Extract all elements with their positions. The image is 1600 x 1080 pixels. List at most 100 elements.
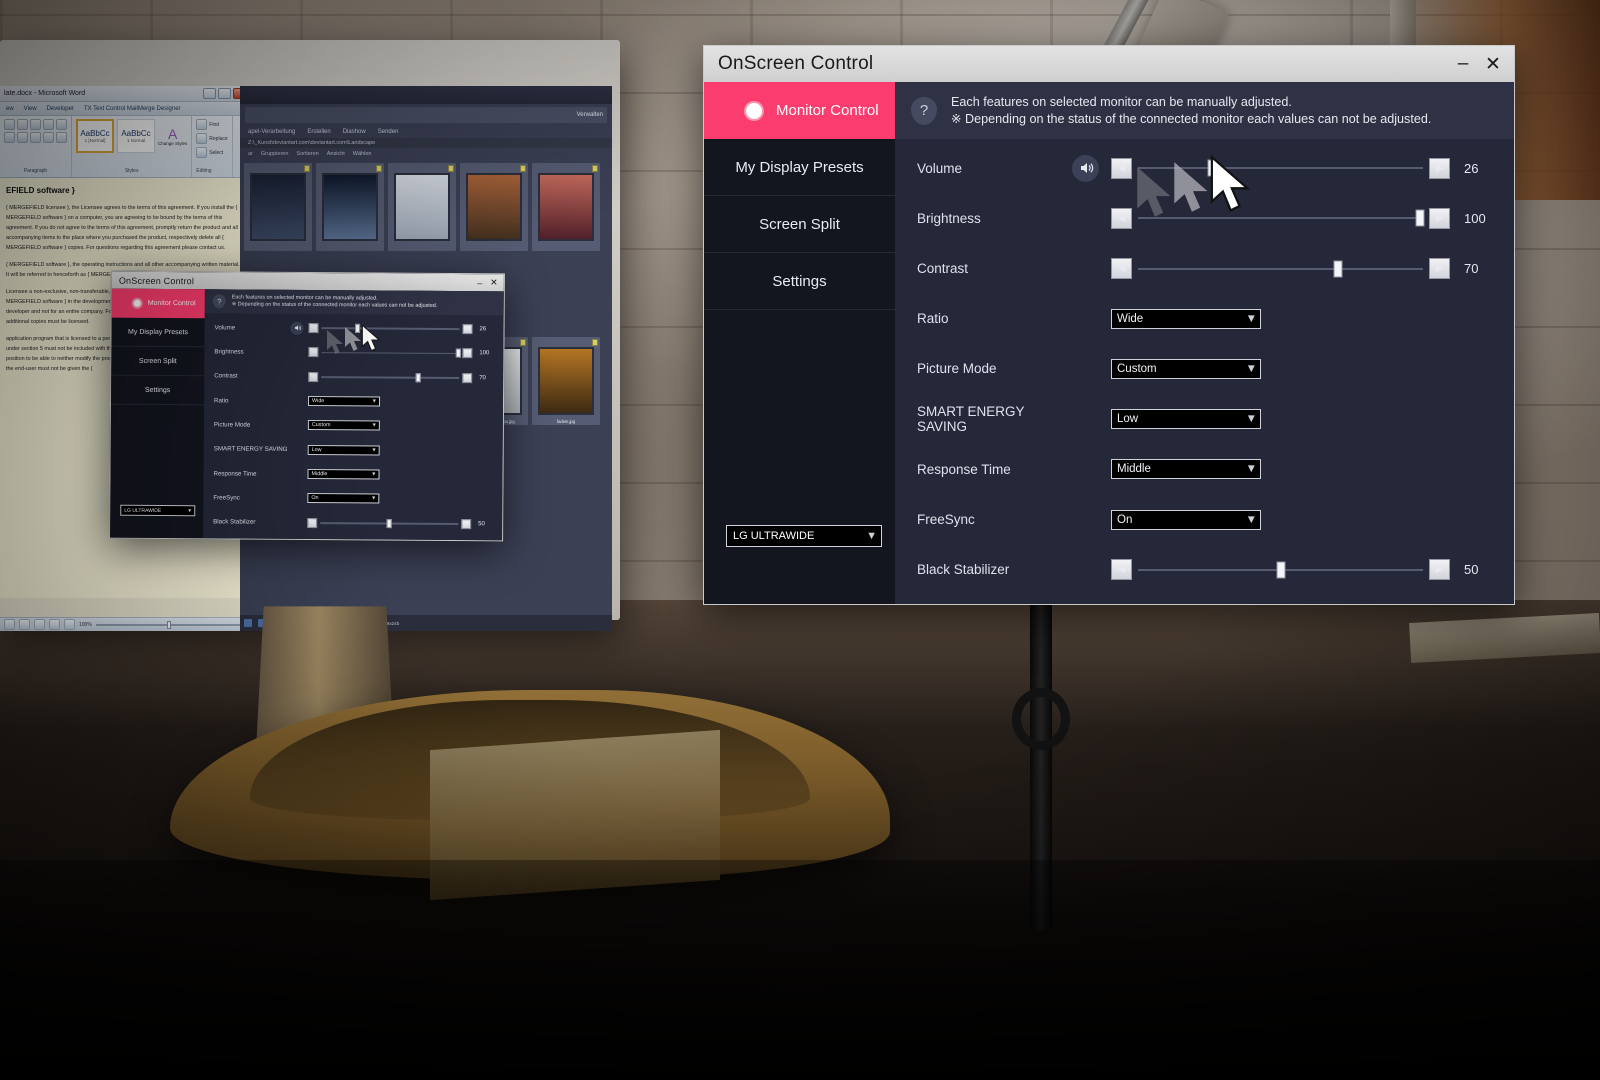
speaker-icon[interactable]: [290, 321, 304, 335]
minimize-icon[interactable]: –: [473, 276, 487, 289]
picture-mode-dropdown[interactable]: Custom ▼: [1111, 358, 1261, 379]
gallery-menu2-item-4[interactable]: Wählen: [353, 151, 372, 157]
contrast-slider-track[interactable]: [1138, 260, 1423, 278]
gallery-menu-item-3[interactable]: Senden: [378, 129, 399, 135]
brightness-decrease-button[interactable]: ◀: [1111, 207, 1132, 229]
black-stabilizer-slider-track[interactable]: [1138, 561, 1423, 579]
ribbon-group-paragraph[interactable]: Paragraph: [0, 116, 72, 177]
ratio-dropdown[interactable]: Wide ▼: [307, 396, 381, 407]
word-zoom-slider[interactable]: [95, 620, 244, 629]
osc-small-sidebar[interactable]: Monitor Control My Display Presets Scree…: [110, 288, 205, 539]
sidebar[interactable]: Monitor Control My Display Presets Scree…: [704, 82, 895, 604]
view-outline-icon[interactable]: [49, 619, 60, 630]
volume-increase-button[interactable]: ▶: [1429, 157, 1450, 179]
thumbnail-item[interactable]: [532, 163, 600, 251]
numbering-icon[interactable]: [17, 119, 28, 130]
smart-energy-saving-dropdown[interactable]: Low ▼: [307, 444, 380, 456]
gallery-path-bar[interactable]: Z:\_Kunst\deviantart.com\deviantart.com\…: [240, 138, 612, 148]
brightness-slider-knob[interactable]: [1415, 209, 1425, 227]
paragraph-icons[interactable]: [4, 119, 67, 143]
slider-decrease-button[interactable]: ◀: [308, 371, 319, 382]
gallery-toolbar[interactable]: Verwalten: [245, 107, 607, 123]
bullets-icon[interactable]: [4, 119, 15, 130]
monitor-select-dropdown[interactable]: LG ULTRAWIDE ▼: [120, 504, 196, 517]
gallery-thumbnail-row-1[interactable]: [240, 160, 612, 254]
black-stabilizer-increase-button[interactable]: ▶: [1429, 559, 1450, 581]
sidebar-item-monitor-control[interactable]: Monitor Control: [704, 82, 895, 139]
contrast-decrease-button[interactable]: ◀: [1111, 258, 1132, 280]
response-time-dropdown[interactable]: Middle ▼: [307, 469, 380, 480]
word-minimize-button[interactable]: [203, 88, 216, 99]
response-time-dropdown[interactable]: Middle ▼: [1111, 459, 1261, 480]
decrease-indent-icon[interactable]: [43, 119, 54, 130]
slider-increase-button[interactable]: ▶: [462, 372, 473, 383]
gallery-manage-button[interactable]: Verwalten: [577, 112, 603, 118]
thumbnail-item[interactable]: fadein.jpg: [532, 337, 600, 425]
black-stabilizer-slider-knob[interactable]: [386, 518, 392, 528]
speaker-icon[interactable]: [1072, 154, 1099, 182]
osc-titlebar[interactable]: OnScreen Control – ✕: [704, 46, 1514, 82]
slider-decrease-button[interactable]: ◀: [308, 347, 319, 358]
onscreen-control-window-small[interactable]: OnScreen Control – ✕ Monitor Control My …: [109, 270, 505, 542]
gallery-menu2-item-3[interactable]: Ansicht: [327, 151, 345, 157]
contrast-slider-knob[interactable]: [1333, 260, 1342, 278]
smart-energy-saving-dropdown[interactable]: Low ▼: [1111, 409, 1261, 430]
close-icon[interactable]: ✕: [1478, 50, 1508, 78]
sidebar-item-my-display-presets[interactable]: My Display Presets: [111, 317, 205, 348]
slider-increase-button[interactable]: ▶: [462, 324, 473, 335]
find-command[interactable]: Find: [196, 119, 227, 130]
black-stabilizer-slider-track[interactable]: [320, 518, 459, 528]
style-normal[interactable]: AaBbCc 1 Normal: [117, 119, 155, 153]
word-menu-item-1[interactable]: View: [24, 106, 37, 112]
gallery-menu2-item-1[interactable]: Gruppieren: [261, 151, 289, 157]
view-web-layout-icon[interactable]: [34, 619, 45, 630]
contrast-slider-track[interactable]: [321, 373, 460, 383]
freesync-dropdown[interactable]: On ▼: [1111, 509, 1261, 530]
sidebar-item-settings[interactable]: Settings: [111, 375, 205, 406]
minimize-icon[interactable]: –: [1448, 50, 1478, 78]
gallery-secondary-menubar[interactable]: ar Gruppieren Sortieren Ansicht Wählen: [240, 148, 612, 160]
style-normal-selected[interactable]: AaBbCc 1 [Normal]: [76, 119, 114, 153]
contrast-slider-knob[interactable]: [415, 373, 421, 383]
contrast-increase-button[interactable]: ▶: [1429, 258, 1450, 280]
brightness-slider-track[interactable]: [321, 349, 461, 359]
thumbnail-item[interactable]: [388, 163, 456, 251]
align-right-icon[interactable]: [30, 132, 41, 143]
word-menubar[interactable]: ew View Developer TX Text Control MailMe…: [0, 102, 248, 116]
slider-increase-button[interactable]: ▶: [462, 348, 473, 359]
picture-mode-dropdown[interactable]: Custom ▼: [307, 420, 380, 431]
select-command[interactable]: Select: [196, 147, 227, 158]
change-styles-icon[interactable]: A: [168, 127, 177, 141]
view-draft-icon[interactable]: [64, 619, 75, 630]
word-menu-item-3[interactable]: TX Text Control MailMerge Designer: [84, 106, 181, 112]
monitor-select-dropdown[interactable]: LG ULTRAWIDE ▼: [726, 525, 882, 547]
slider-increase-button[interactable]: ▶: [461, 518, 472, 529]
volume-decrease-button[interactable]: ◀: [1111, 157, 1132, 179]
gallery-menu2-item-2[interactable]: Sortieren: [296, 151, 318, 157]
line-spacing-icon[interactable]: [56, 132, 67, 143]
sidebar-item-my-display-presets[interactable]: My Display Presets: [704, 139, 895, 196]
sidebar-item-screen-split[interactable]: Screen Split: [111, 346, 205, 377]
gallery-status-icon-1[interactable]: [244, 619, 252, 627]
gallery-menu-item-1[interactable]: Erstellen: [307, 129, 330, 135]
change-styles-label[interactable]: Change Styles: [158, 141, 187, 146]
thumbnail-item[interactable]: [460, 163, 528, 251]
thumbnail-item[interactable]: [244, 163, 312, 251]
close-icon[interactable]: ✕: [487, 276, 501, 289]
sidebar-item-monitor-control[interactable]: Monitor Control: [111, 288, 205, 319]
ribbon-group-editing[interactable]: Find Replace Select Editing: [192, 116, 233, 177]
gallery-menu2-item-0[interactable]: ar: [248, 151, 253, 157]
increase-indent-icon[interactable]: [56, 119, 67, 130]
align-center-icon[interactable]: [17, 132, 28, 143]
view-print-layout-icon[interactable]: [4, 619, 15, 630]
justify-icon[interactable]: [43, 132, 54, 143]
word-ribbon[interactable]: Paragraph AaBbCc 1 [Normal] AaBbCc 1 Nor…: [0, 116, 248, 178]
gallery-menu-item-2[interactable]: Diashow: [343, 129, 366, 135]
word-menu-item-0[interactable]: ew: [6, 106, 14, 112]
sidebar-item-settings[interactable]: Settings: [704, 253, 895, 310]
gallery-menu-item-0[interactable]: apel-Verarbeitung: [248, 129, 295, 135]
sidebar-item-screen-split[interactable]: Screen Split: [704, 196, 895, 253]
thumbnail-item[interactable]: [316, 163, 384, 251]
view-fullscreen-icon[interactable]: [19, 619, 30, 630]
slider-decrease-button[interactable]: ◀: [308, 323, 319, 334]
